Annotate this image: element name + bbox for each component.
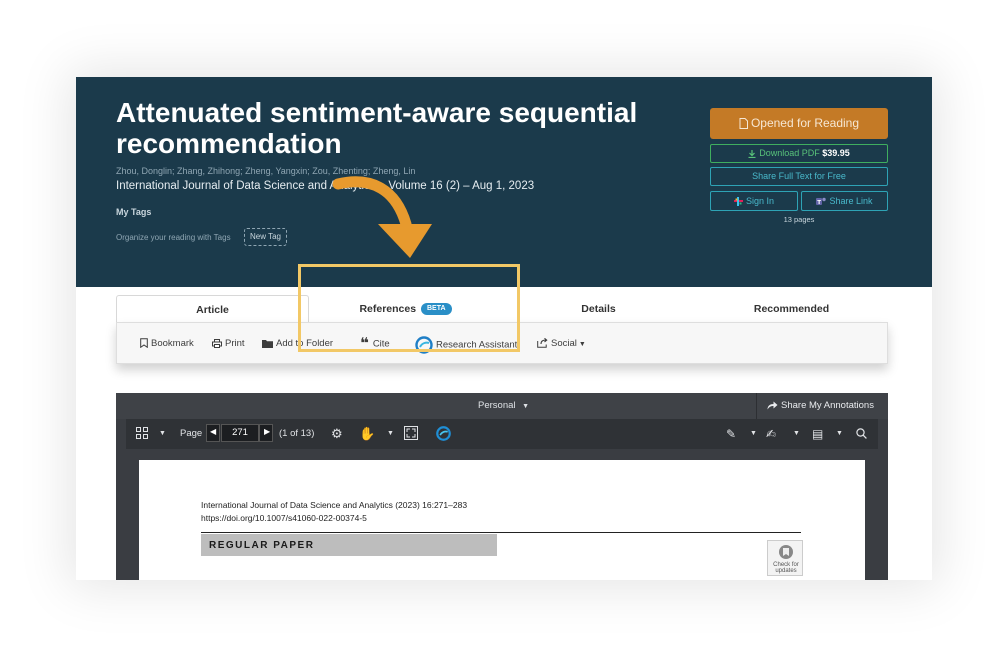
sign-in-label: Sign In xyxy=(745,196,775,206)
social-dropdown[interactable]: Social ▼ xyxy=(537,336,586,352)
slack-icon xyxy=(733,197,743,207)
organize-tags-text: Organize your reading with Tags xyxy=(116,233,231,242)
article-header: Attenuated sentiment-aware sequential re… xyxy=(76,77,932,287)
svg-text:T: T xyxy=(818,200,822,206)
bookmark-icon xyxy=(140,338,148,349)
check-for-updates-badge[interactable]: Check for updates xyxy=(767,540,803,576)
download-price: $39.95 xyxy=(822,148,850,158)
print-icon xyxy=(212,338,222,348)
note-icon[interactable]: ▤ xyxy=(812,427,823,441)
annotation-scope-label: Personal xyxy=(478,400,516,411)
share-annotations-button[interactable]: Share My Annotations xyxy=(756,393,888,419)
opened-for-reading-button[interactable]: Opened for Reading xyxy=(710,108,888,139)
page-count: 13 pages xyxy=(783,215,815,224)
pdf-paper-type: REGULAR PAPER xyxy=(209,540,315,551)
tab-article[interactable]: Article xyxy=(116,295,309,323)
screenshot-stage: Attenuated sentiment-aware sequential re… xyxy=(0,0,1008,656)
tab-recommended-label: Recommended xyxy=(753,303,830,315)
slack-sign-in-button[interactable]: Sign In xyxy=(710,191,798,211)
share-icon xyxy=(537,338,548,349)
article-authors[interactable]: Zhou, Donglin; Zhang, Zhihong; Zheng, Ya… xyxy=(116,166,415,176)
share-arrow-icon xyxy=(767,401,778,410)
new-tag-button[interactable]: New Tag xyxy=(244,228,287,246)
article-journal[interactable]: International Journal of Data Science an… xyxy=(116,180,534,192)
pdf-divider xyxy=(201,532,801,533)
settings-gear-icon[interactable]: ⚙ xyxy=(331,427,343,441)
pdf-page: International Journal of Data Science an… xyxy=(139,460,865,580)
page-number-input[interactable]: 271 xyxy=(221,424,259,442)
chevron-left-icon: ◀ xyxy=(210,427,217,436)
download-icon xyxy=(748,149,756,158)
opened-for-reading-label: Opened for Reading xyxy=(750,116,860,130)
tab-recommended[interactable]: Recommended xyxy=(695,295,888,323)
fullscreen-icon[interactable] xyxy=(404,426,418,440)
pdf-journal-line: International Journal of Data Science an… xyxy=(201,500,468,510)
signature-caret-icon[interactable]: ▼ xyxy=(793,427,800,441)
article-title: Attenuated sentiment-aware sequential re… xyxy=(116,97,638,159)
pdf-viewer: Personal ▼ Share My Annotations ▼ Page ◀… xyxy=(116,393,888,580)
teams-icon: T xyxy=(816,197,827,206)
pan-caret-icon[interactable]: ▼ xyxy=(387,427,394,441)
pen-caret-icon[interactable]: ▼ xyxy=(750,427,757,441)
chevron-right-icon: ▶ xyxy=(264,427,271,436)
share-full-text-button[interactable]: Share Full Text for Free xyxy=(710,167,888,186)
research-assistant-viewer-icon[interactable] xyxy=(436,426,451,441)
page-label: Page xyxy=(180,428,203,439)
download-pdf-label: Download PDF xyxy=(759,148,820,158)
previous-page-button[interactable]: ◀ xyxy=(206,424,220,442)
social-label: Social xyxy=(551,338,577,349)
thumbnails-icon[interactable] xyxy=(136,427,148,439)
folder-icon xyxy=(262,339,273,348)
caret-down-icon: ▼ xyxy=(578,341,586,348)
bookmark-button[interactable]: Bookmark xyxy=(140,336,194,352)
viewer-annotation-bar: Personal ▼ Share My Annotations xyxy=(116,393,888,419)
print-button[interactable]: Print xyxy=(212,336,245,352)
chevron-down-icon: ▼ xyxy=(522,403,530,410)
check-updates-label: Check for updates xyxy=(773,562,799,574)
download-pdf-button[interactable]: Download PDF $39.95 xyxy=(710,144,888,163)
search-icon[interactable] xyxy=(856,428,867,439)
tab-article-label: Article xyxy=(196,304,229,316)
share-annotations-label: Share My Annotations xyxy=(781,400,874,411)
pdf-doi-link[interactable]: https://doi.org/10.1007/s41060-022-00374… xyxy=(201,513,367,523)
highlight-pen-icon[interactable]: ✎ xyxy=(726,427,736,441)
thumbnails-caret-icon[interactable]: ▼ xyxy=(159,427,166,441)
annotation-scope-dropdown[interactable]: Personal ▼ xyxy=(478,400,529,411)
page-of-count: (1 of 13) xyxy=(279,428,315,439)
document-icon xyxy=(739,118,748,130)
signature-icon[interactable]: ✍ xyxy=(766,427,776,441)
tab-details[interactable]: Details xyxy=(502,295,695,323)
print-label: Print xyxy=(225,338,245,349)
check-updates-icon xyxy=(779,545,793,559)
next-page-button[interactable]: ▶ xyxy=(259,424,273,442)
my-tags-label: My Tags xyxy=(116,207,152,217)
pan-hand-icon[interactable]: ✋ xyxy=(359,427,375,441)
teams-share-link-button[interactable]: T Share Link xyxy=(801,191,888,211)
note-caret-icon[interactable]: ▼ xyxy=(836,427,843,441)
tab-details-label: Details xyxy=(581,303,616,315)
share-link-label: Share Link xyxy=(829,196,873,206)
viewer-toolbar: ▼ Page ◀ 271 ▶ (1 of 13) ⚙ ✋ ▼ ✎ ▼ ✍ ▼ ▤… xyxy=(126,419,878,449)
references-highlight-box xyxy=(298,264,520,352)
bookmark-label: Bookmark xyxy=(151,338,194,349)
